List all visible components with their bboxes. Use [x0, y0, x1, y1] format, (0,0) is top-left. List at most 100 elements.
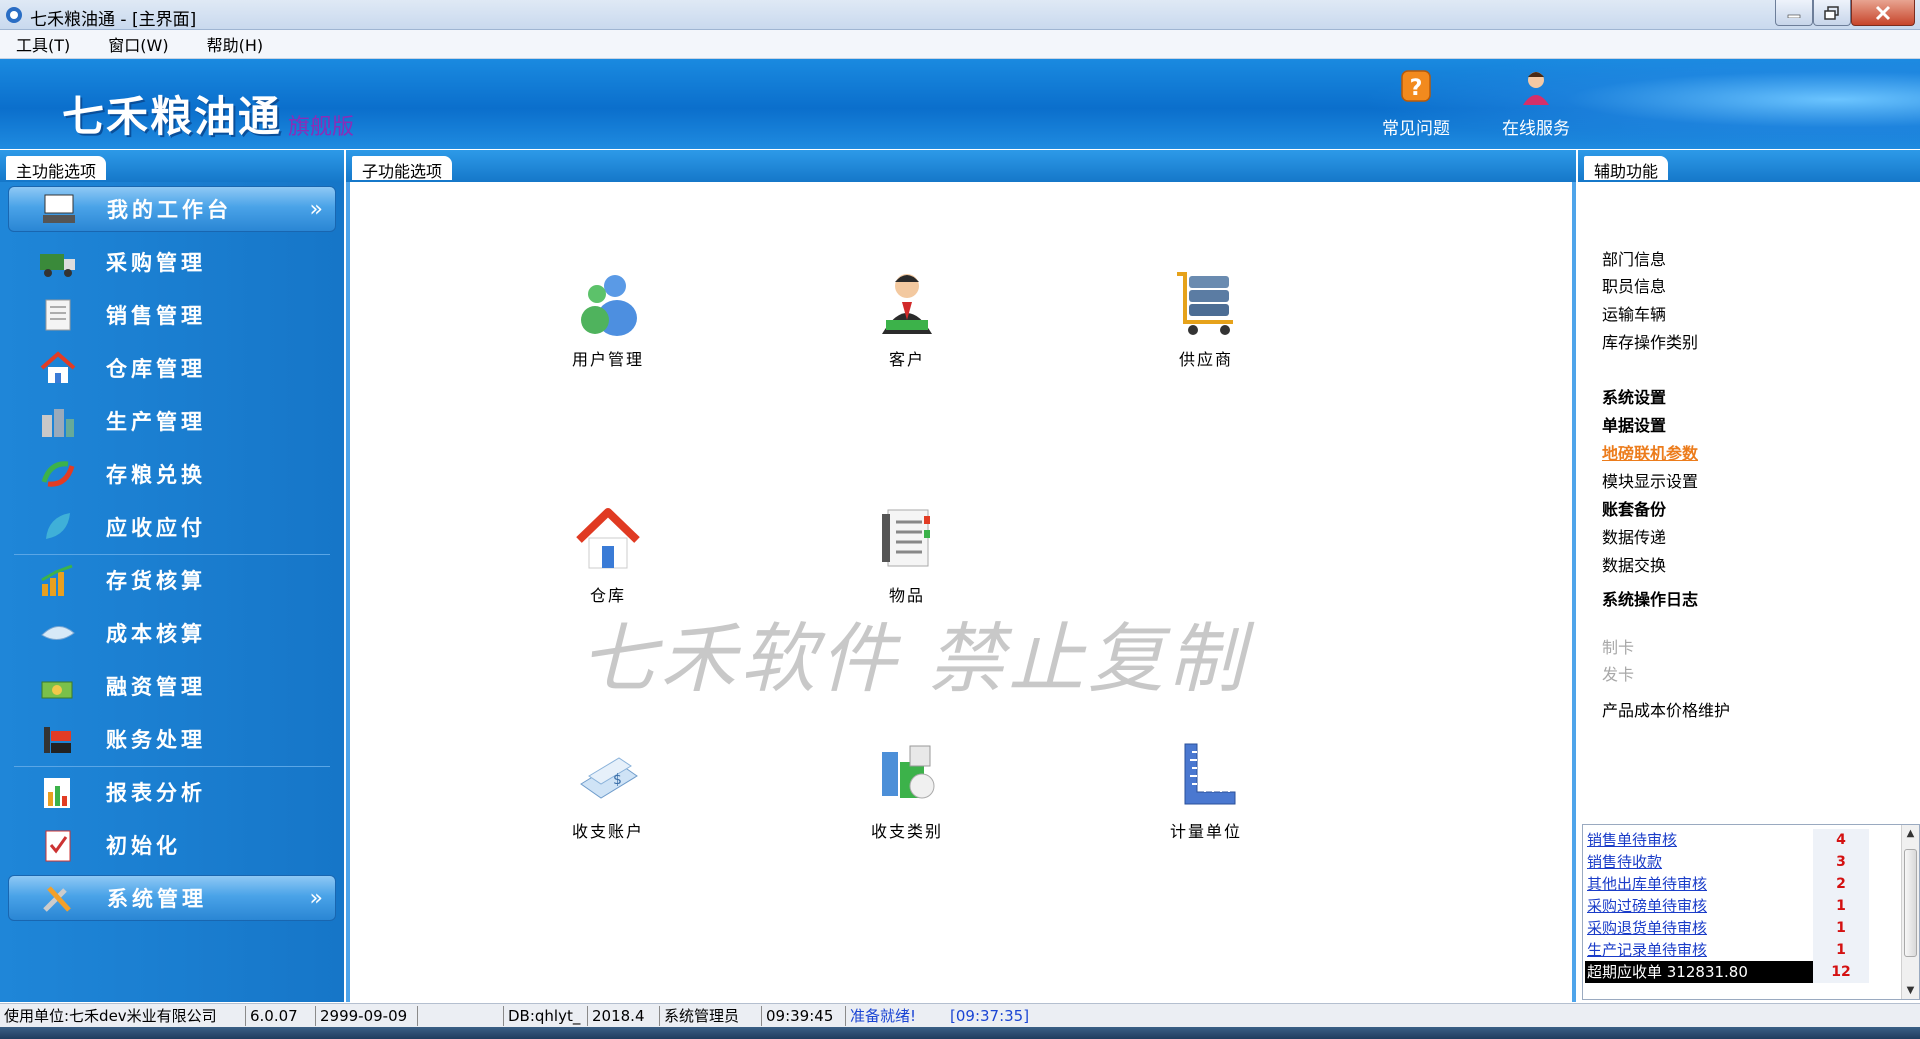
notebook-icon	[45, 299, 71, 331]
nav-inventory-accounting[interactable]: 存货核算	[8, 557, 336, 603]
pending-row[interactable]: 生产记录单待审核	[1585, 939, 1817, 961]
faq-label: 常见问题	[1382, 119, 1450, 139]
status-timestamp: [09:37:35]	[950, 1006, 1030, 1025]
func-user-management[interactable]: 用户管理	[538, 268, 678, 370]
func-warehouse[interactable]: 仓库	[538, 504, 678, 606]
aux-module-display-settings[interactable]: 模块显示设置	[1602, 468, 1698, 492]
pending-row[interactable]: 销售待收款	[1585, 851, 1817, 873]
pending-count: 1	[1813, 917, 1869, 939]
aux-function-tab: 辅助功能	[1584, 156, 1669, 181]
aux-data-exchange[interactable]: 数据交换	[1602, 552, 1666, 576]
watermark-text: 七禾软件 禁止复制	[580, 614, 1249, 703]
nav-grain-exchange[interactable]: 存粮兑换	[8, 451, 336, 497]
faq-button[interactable]: ? 常见问题	[1376, 67, 1456, 139]
status-bar: 使用单位:七禾dev米业有限公司 6.0.07 2999-09-09 DB:qh…	[0, 1003, 1920, 1027]
nav-cost-accounting[interactable]: 成本核算	[8, 610, 336, 656]
item-list-icon	[882, 509, 930, 567]
nav-accounting[interactable]: 账务处理	[8, 716, 336, 762]
edition-label: 旗舰版	[288, 115, 355, 140]
window-title: 七禾粮油通 - [主界面]	[30, 10, 197, 30]
house-icon	[40, 351, 76, 383]
pending-row[interactable]: 采购过磅单待审核	[1585, 895, 1817, 917]
scrollbar-thumb[interactable]	[1904, 849, 1917, 957]
aux-department-info[interactable]: 部门信息	[1602, 246, 1666, 270]
menu-window[interactable]: 窗口(W)	[102, 30, 174, 58]
scroll-up-icon[interactable]: ▲	[1902, 825, 1919, 842]
func-customer[interactable]: 客户	[837, 268, 977, 370]
nav-divider	[14, 554, 330, 555]
pending-row[interactable]: 采购退货单待审核	[1585, 917, 1817, 939]
factory-icon	[42, 409, 74, 437]
banner: 七禾粮油通 旗舰版 ? 常见问题 在线服务	[0, 59, 1920, 149]
pending-count: 4	[1813, 829, 1869, 851]
func-measurement-unit[interactable]: 计量单位	[1136, 740, 1276, 842]
func-supplier[interactable]: 供应商	[1136, 268, 1276, 370]
taskbar-strip	[0, 1027, 1920, 1039]
nav-warehouse[interactable]: 仓库管理	[8, 345, 336, 391]
question-icon: ?	[1401, 70, 1431, 102]
nav-receivable-payable[interactable]: 应收应付	[8, 504, 336, 550]
status-expiry: 2999-09-09	[316, 1005, 418, 1026]
status-blank	[418, 1005, 504, 1026]
aux-data-transfer[interactable]: 数据传递	[1602, 524, 1666, 548]
scroll-down-icon[interactable]: ▼	[1902, 982, 1919, 999]
nav-sales[interactable]: 销售管理	[8, 292, 336, 338]
users-icon	[581, 275, 637, 336]
leaf-icon	[46, 513, 70, 539]
main-function-tab: 主功能选项	[6, 156, 107, 181]
restore-button[interactable]	[1813, 0, 1851, 26]
account-card-icon: $	[580, 757, 638, 799]
func-item[interactable]: 物品	[837, 504, 977, 606]
close-icon	[1875, 5, 1891, 20]
pending-count: 1	[1813, 895, 1869, 917]
close-button[interactable]	[1851, 0, 1915, 26]
nav-report-analysis[interactable]: 报表分析	[8, 769, 336, 815]
menu-tools[interactable]: 工具(T)	[10, 30, 76, 58]
pending-row[interactable]: 超期应收单 312831.80	[1585, 961, 1817, 983]
nav-purchase[interactable]: 采购管理	[8, 239, 336, 285]
svg-text:?: ?	[1410, 76, 1423, 101]
pending-row[interactable]: 其他出库单待审核	[1585, 873, 1817, 895]
nav-system-management[interactable]: 系统管理 »	[8, 875, 336, 921]
workbench-icon	[43, 194, 75, 223]
main-function-header: 主功能选项	[0, 150, 344, 182]
ruler-icon	[1184, 743, 1236, 805]
aux-stock-operation-type[interactable]: 库存操作类别	[1602, 329, 1698, 353]
pending-count: 3	[1813, 851, 1869, 873]
status-user: 系统管理员	[660, 1005, 762, 1026]
nav-initialize[interactable]: 初始化	[8, 822, 336, 868]
menu-bar: 工具(T) 窗口(W) 帮助(H)	[0, 30, 1920, 59]
nav-production[interactable]: 生产管理	[8, 398, 336, 444]
restore-icon	[1824, 5, 1839, 20]
aux-product-cost-price[interactable]: 产品成本价格维护	[1602, 697, 1730, 721]
title-bar: 七禾粮油通 - [主界面]	[0, 0, 1920, 30]
minimize-button[interactable]	[1775, 0, 1813, 26]
online-service-label: 在线服务	[1502, 119, 1570, 139]
exchange-icon	[41, 461, 75, 487]
online-service-button[interactable]: 在线服务	[1496, 67, 1576, 139]
aux-staff-info[interactable]: 职员信息	[1602, 273, 1666, 297]
clipboard-icon	[45, 830, 71, 862]
func-income-expense-category[interactable]: 收支类别	[837, 740, 977, 842]
pending-row[interactable]: 销售单待审核	[1585, 829, 1817, 851]
nav-financing[interactable]: 融资管理	[8, 663, 336, 709]
menu-help[interactable]: 帮助(H)	[201, 30, 270, 58]
aux-scale-parameters[interactable]: 地磅联机参数	[1602, 440, 1698, 464]
pending-scrollbar[interactable]: ▲ ▼	[1901, 825, 1919, 999]
sub-function-header: 子功能选项	[346, 150, 1576, 182]
status-database: DB:qhlyt_	[504, 1005, 588, 1026]
aux-account-backup[interactable]: 账套备份	[1602, 496, 1666, 520]
pending-count: 12	[1813, 961, 1869, 983]
tools-icon	[43, 886, 71, 912]
aux-document-settings[interactable]: 单据设置	[1602, 412, 1666, 436]
app-icon	[6, 7, 22, 23]
aux-make-card: 制卡	[1602, 638, 1635, 657]
aux-transport-vehicle[interactable]: 运输车辆	[1602, 301, 1666, 325]
aux-system-settings[interactable]: 系统设置	[1602, 384, 1666, 408]
func-income-expense-account[interactable]: $ 收支账户	[538, 740, 678, 842]
aux-function-header: 辅助功能	[1578, 150, 1920, 182]
nav-my-workbench[interactable]: 我的工作台 »	[8, 186, 336, 232]
supplier-cart-icon	[1177, 272, 1233, 335]
aux-operation-log[interactable]: 系统操作日志	[1602, 586, 1698, 610]
status-version: 6.0.07	[246, 1005, 316, 1026]
